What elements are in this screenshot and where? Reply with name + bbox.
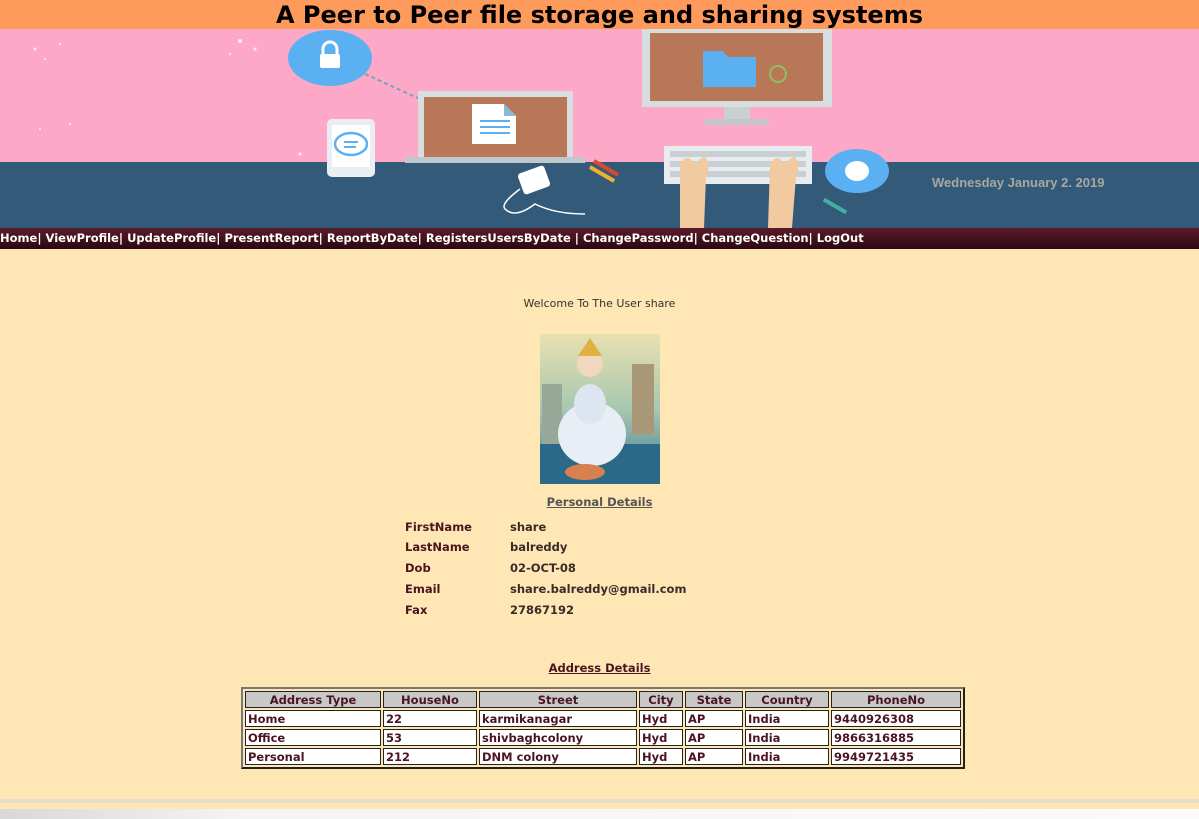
dob-label: Dob	[405, 561, 431, 575]
nav-view-profile[interactable]: ViewProfile	[46, 231, 119, 245]
nav-home[interactable]: Home	[0, 231, 37, 245]
nav-change-question[interactable]: ChangeQuestion	[702, 231, 809, 245]
cell-state: AP	[685, 748, 743, 765]
nav-logout[interactable]: LogOut	[817, 231, 864, 245]
cell-house-no: 212	[383, 748, 477, 765]
last-name-label: LastName	[405, 540, 470, 554]
cell-house-no: 22	[383, 710, 477, 727]
col-street: Street	[479, 691, 637, 708]
first-name-value: share	[510, 520, 547, 534]
footer-bar	[0, 809, 1199, 819]
col-city: City	[639, 691, 683, 708]
cell-street: karmikanagar	[479, 710, 637, 727]
nav-change-password[interactable]: ChangePassword	[583, 231, 694, 245]
table-row: Home 22 karmikanagar Hyd AP India 944092…	[245, 710, 961, 727]
col-address-type: Address Type	[245, 691, 381, 708]
cell-phone-no: 9949721435	[831, 748, 961, 765]
main-nav: Home| ViewProfile| UpdateProfile| Presen…	[0, 228, 1199, 249]
nav-registers-users-by-date[interactable]: RegistersUsersByDate	[426, 231, 571, 245]
footer-divider	[0, 799, 1199, 803]
cell-address-type: Home	[245, 710, 381, 727]
cell-country: India	[745, 710, 829, 727]
cell-state: AP	[685, 710, 743, 727]
address-table: Address Type HouseNo Street City State C…	[241, 687, 965, 769]
cell-house-no: 53	[383, 729, 477, 746]
current-date: Wednesday January 2. 2019	[932, 175, 1105, 190]
col-country: Country	[745, 691, 829, 708]
table-row: Office 53 shivbaghcolony Hyd AP India 98…	[245, 729, 961, 746]
table-header-row: Address Type HouseNo Street City State C…	[245, 691, 961, 708]
dob-value: 02-OCT-08	[510, 561, 576, 575]
nav-present-report[interactable]: PresentReport	[224, 231, 318, 245]
cell-address-type: Office	[245, 729, 381, 746]
fax-value: 27867192	[510, 603, 575, 617]
cell-street: DNM colony	[479, 748, 637, 765]
cell-country: India	[745, 729, 829, 746]
email-label: Email	[405, 582, 441, 596]
cell-city: Hyd	[639, 710, 683, 727]
personal-details-heading: Personal Details	[546, 495, 653, 509]
mouse-icon	[825, 149, 889, 193]
cell-state: AP	[685, 729, 743, 746]
cell-country: India	[745, 748, 829, 765]
table-row: Personal 212 DNM colony Hyd AP India 994…	[245, 748, 961, 765]
document-icon	[405, 91, 585, 163]
fax-label: Fax	[405, 603, 428, 617]
nav-update-profile[interactable]: UpdateProfile	[127, 231, 216, 245]
cell-phone-no: 9866316885	[831, 729, 961, 746]
cell-phone-no: 9440926308	[831, 710, 961, 727]
cell-street: shivbaghcolony	[479, 729, 637, 746]
profile-photo	[540, 334, 660, 484]
header-banner	[0, 29, 1199, 228]
col-phone-no: PhoneNo	[831, 691, 961, 708]
col-state: State	[685, 691, 743, 708]
cell-city: Hyd	[639, 729, 683, 746]
first-name-label: FirstName	[405, 520, 472, 534]
address-details-heading: Address Details	[548, 661, 651, 675]
page-title: A Peer to Peer file storage and sharing …	[0, 0, 1199, 29]
cell-address-type: Personal	[245, 748, 381, 765]
chat-bubble-icon	[327, 119, 375, 177]
cell-city: Hyd	[639, 748, 683, 765]
last-name-value: balreddy	[510, 540, 568, 554]
email-value: share.balreddy@gmail.com	[510, 582, 687, 596]
welcome-message: Welcome To The User share	[523, 297, 676, 310]
col-house-no: HouseNo	[383, 691, 477, 708]
nav-report-by-date[interactable]: ReportByDate	[327, 231, 418, 245]
